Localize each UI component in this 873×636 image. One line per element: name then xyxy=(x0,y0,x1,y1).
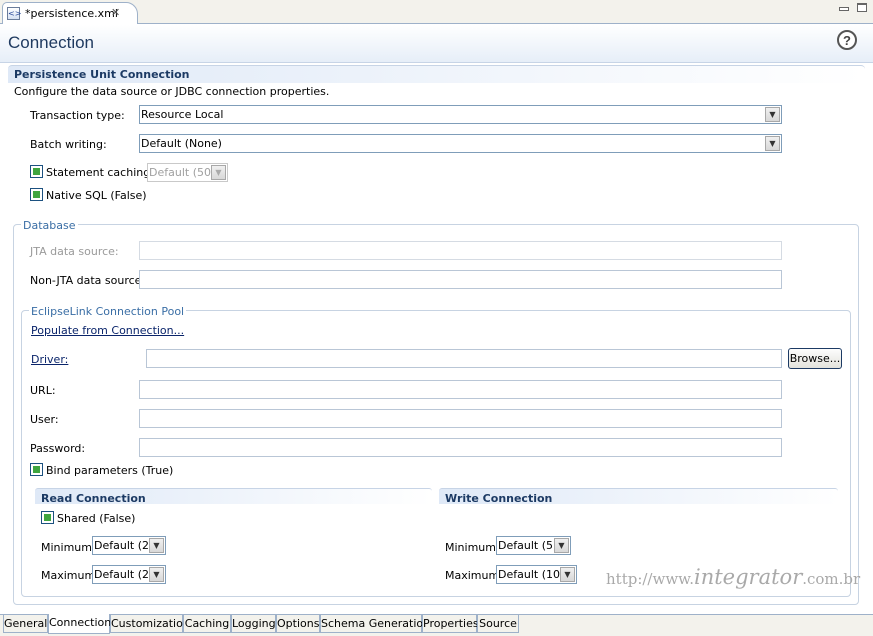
chevron-down-icon[interactable]: ▼ xyxy=(765,107,780,122)
write-minimum-label: Minimum: xyxy=(445,541,500,554)
page-title: Connection xyxy=(8,33,95,52)
password-label: Password: xyxy=(30,442,86,455)
shared-checkbox[interactable] xyxy=(41,511,54,524)
minimize-icon[interactable] xyxy=(839,7,849,11)
editor-tab-persistence-xml[interactable]: <> *persistence.xml ✕ xyxy=(2,2,138,24)
tab-caching[interactable]: Caching xyxy=(183,615,231,633)
watermark: http://www.integrator.com.br xyxy=(606,565,860,589)
batch-writing-combo[interactable]: Default (None) ▼ xyxy=(139,134,782,153)
xml-file-icon: <> xyxy=(7,7,22,20)
read-maximum-label: Maximum: xyxy=(41,569,99,582)
tab-source[interactable]: Source xyxy=(477,615,519,633)
transaction-type-combo[interactable]: Resource Local ▼ xyxy=(139,105,782,124)
chevron-down-icon[interactable]: ▼ xyxy=(560,567,575,582)
tab-connection[interactable]: Connection xyxy=(48,614,111,634)
editor-page-tabs: General Connection Customization Caching… xyxy=(0,614,873,636)
statement-caching-checkbox[interactable] xyxy=(30,165,43,178)
chevron-down-icon: ▼ xyxy=(211,165,226,180)
password-input[interactable] xyxy=(139,438,782,457)
populate-from-connection-link[interactable]: Populate from Connection... xyxy=(31,324,184,337)
bind-parameters-label: Bind parameters (True) xyxy=(46,464,174,477)
watermark-suffix: .com.br xyxy=(802,570,861,588)
statement-caching-value: Default (50) xyxy=(149,166,216,179)
watermark-prefix: http://www. xyxy=(606,570,694,588)
read-maximum-value: Default (2) xyxy=(94,568,154,581)
statement-caching-combo: Default (50) ▼ xyxy=(147,163,228,182)
chevron-down-icon[interactable]: ▼ xyxy=(149,567,164,582)
write-connection-title: Write Connection xyxy=(445,492,553,505)
section-title: Persistence Unit Connection xyxy=(14,68,190,81)
tab-logging[interactable]: Logging xyxy=(231,615,276,633)
write-minimum-value: Default (5) xyxy=(498,539,558,552)
shared-label: Shared (False) xyxy=(57,512,136,525)
url-label: URL: xyxy=(30,384,56,397)
editor-tab-title: *persistence.xml xyxy=(25,7,118,20)
read-maximum-combo[interactable]: Default (2) ▼ xyxy=(92,565,166,584)
chevron-down-icon[interactable]: ▼ xyxy=(554,538,569,553)
maximize-icon[interactable] xyxy=(857,3,867,12)
write-maximum-combo[interactable]: Default (10) ▼ xyxy=(496,565,577,584)
bind-parameters-checkbox[interactable] xyxy=(30,463,43,476)
connection-pool-group-title: EclipseLink Connection Pool xyxy=(29,305,187,318)
page-header: Connection ? xyxy=(0,25,873,63)
database-group-title: Database xyxy=(21,219,78,232)
url-input[interactable] xyxy=(139,380,782,399)
read-connection-title: Read Connection xyxy=(41,492,146,505)
browse-button[interactable]: Browse... xyxy=(788,348,842,369)
driver-input[interactable] xyxy=(146,349,782,368)
read-minimum-value: Default (2) xyxy=(94,539,154,552)
tab-options[interactable]: Options xyxy=(276,615,320,633)
user-input[interactable] xyxy=(139,409,782,428)
tab-properties[interactable]: Properties xyxy=(422,615,479,633)
tab-schema-generation[interactable]: Schema Generation xyxy=(320,615,430,633)
tab-customization[interactable]: Customization xyxy=(110,615,190,633)
write-maximum-value: Default (10) xyxy=(498,568,565,581)
native-sql-checkbox[interactable] xyxy=(30,188,43,201)
watermark-brand: integrator xyxy=(694,565,803,589)
driver-link[interactable]: Driver: xyxy=(31,353,68,366)
native-sql-label: Native SQL (False) xyxy=(46,189,147,202)
statement-caching-label: Statement caching: xyxy=(46,166,154,179)
section-description: Configure the data source or JDBC connec… xyxy=(14,85,330,98)
jta-data-source-label: JTA data source: xyxy=(30,245,119,258)
transaction-type-value: Resource Local xyxy=(141,108,224,121)
user-label: User: xyxy=(30,413,59,426)
read-minimum-combo[interactable]: Default (2) ▼ xyxy=(92,536,166,555)
jta-data-source-input xyxy=(139,241,782,260)
batch-writing-value: Default (None) xyxy=(141,137,222,150)
editor-tab-strip: <> *persistence.xml ✕ xyxy=(0,0,873,24)
write-minimum-combo[interactable]: Default (5) ▼ xyxy=(496,536,571,555)
tab-general[interactable]: General xyxy=(3,615,48,633)
non-jta-data-source-label: Non-JTA data source: xyxy=(30,274,146,287)
close-icon[interactable]: ✕ xyxy=(111,6,120,19)
chevron-down-icon[interactable]: ▼ xyxy=(765,136,780,151)
batch-writing-label: Batch writing: xyxy=(30,138,107,151)
transaction-type-label: Transaction type: xyxy=(30,109,125,122)
non-jta-data-source-input[interactable] xyxy=(139,270,782,289)
write-maximum-label: Maximum: xyxy=(445,569,503,582)
chevron-down-icon[interactable]: ▼ xyxy=(149,538,164,553)
read-minimum-label: Minimum: xyxy=(41,541,96,554)
help-question-icon[interactable]: ? xyxy=(837,30,857,50)
